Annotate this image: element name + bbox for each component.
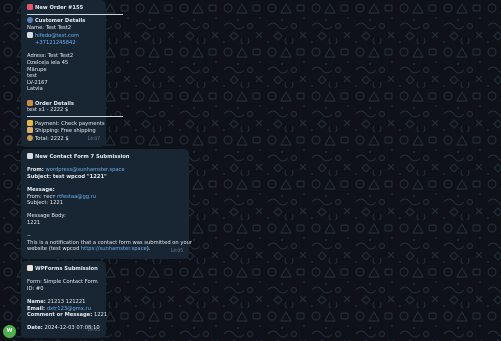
cf7-footer-line-1: This is a notification that a contact fo… <box>27 239 193 246</box>
cf7-subject: Subject: test wpcod "1221" <box>27 173 107 180</box>
wpforms-comment-label: Comment or Message: <box>27 312 93 319</box>
order-details-heading: Order Details <box>35 100 75 107</box>
cf7-from-label: From: <box>27 167 44 174</box>
cf7-footer-suffix: ). <box>146 246 151 253</box>
cf7-separator: -- <box>27 233 31 240</box>
message-time: 14:05 <box>170 249 183 255</box>
wpforms-form-name: Form: Simple Contact Form <box>27 279 98 286</box>
wpforms-date-label: Date: <box>27 325 43 332</box>
package-icon <box>27 99 33 106</box>
wpforms-comment-value: 1221 <box>93 312 108 319</box>
person-icon <box>27 17 33 24</box>
cf7-footer-site-link[interactable]: https://sunhamster.space <box>81 246 147 252</box>
cf7-body-label: Message Body: <box>27 213 66 220</box>
order-total: Total: 2222 $ <box>35 135 69 142</box>
customer-email-link[interactable]: hifedo@test.com <box>35 33 79 39</box>
payment-method: Payment: Check payments <box>35 120 105 127</box>
message-time: 14:07 <box>87 137 100 143</box>
message-wpforms[interactable]: WPForms Submission Form: Simple Contact … <box>21 261 107 338</box>
wpforms-form-id: ID: #0 <box>27 285 44 292</box>
envelope-icon <box>27 153 33 159</box>
wpforms-title-row: WPForms Submission <box>27 265 100 273</box>
customer-phone-row: +37121245842 <box>27 39 100 47</box>
cf7-title-row: New Contact Form 7 Submission <box>27 153 183 161</box>
wpforms-email-row: Email: dxtr123@gmx.ru <box>27 306 100 313</box>
cf7-from-link[interactable]: wordpress@sunhamster.space <box>45 167 124 173</box>
wpforms-title: WPForms Submission <box>35 266 98 272</box>
envelope-icon <box>27 31 33 38</box>
address-line: test <box>27 73 37 80</box>
cf7-footer-prefix: website (test wpcod <box>27 246 81 253</box>
cf7-message-from-row: From: тест rtfestaa@gg.ru <box>27 194 183 201</box>
wpforms-name-row: Name: 21213 121221 <box>27 299 100 306</box>
cf7-title: New Contact Form 7 Submission <box>35 154 130 160</box>
cf7-message-subject: Subject: 1221 <box>27 200 63 207</box>
customer-heading: Customer Details <box>35 18 86 25</box>
phone-icon <box>27 39 33 45</box>
wpforms-comment-row: Comment or Message: 1221 <box>27 312 107 319</box>
sender-avatar[interactable]: W <box>3 325 16 338</box>
truck-icon <box>27 127 33 134</box>
order-details-heading-row: Order Details <box>27 99 100 108</box>
address-line: Adress: Test Test2 <box>27 53 74 60</box>
order-divider <box>27 13 123 15</box>
wpforms-name-value: 21213 121221 <box>47 298 86 305</box>
order-title-row: New Order #155 <box>27 4 100 12</box>
order-items: test x1 - 2222 $ <box>27 107 69 114</box>
order-title: New Order #155 <box>35 5 84 11</box>
message-new-order[interactable]: New Order #155 Customer Details Name: Te… <box>21 0 123 147</box>
address-line: Mārupe <box>27 66 47 73</box>
credit-card-icon <box>27 119 33 126</box>
shipping-row: Shipping: Free shipping <box>27 127 100 135</box>
shopping-bag-icon <box>27 4 33 10</box>
address-line: Dzelceļa iela 45 <box>27 59 69 66</box>
customer-phone-link[interactable]: +37121245842 <box>35 40 76 46</box>
wpforms-email-link[interactable]: dxtr123@gmx.ru <box>47 306 91 312</box>
wpforms-name-label: Name: <box>27 298 46 305</box>
memo-icon <box>27 265 33 271</box>
shipping-method: Shipping: Free shipping <box>35 128 96 135</box>
money-bag-icon <box>27 134 33 141</box>
message-time: 14:05 <box>87 328 100 334</box>
payment-row: Payment: Check payments <box>27 119 105 128</box>
customer-heading-row: Customer Details <box>27 17 100 25</box>
message-contact-form-7[interactable]: New Contact Form 7 Submission From: word… <box>21 149 193 259</box>
wpforms-email-label: Email: <box>27 305 46 312</box>
cf7-footer-line-2: website (test wpcod https://sunhamster.s… <box>27 246 183 253</box>
cf7-message-from-prefix: From: тест <box>27 193 56 200</box>
customer-name: Name: Test Test2 <box>27 24 72 31</box>
customer-email-row: hifedo@test.com <box>27 31 100 40</box>
order-divider-2 <box>27 115 123 117</box>
address-line: Latvia <box>27 86 43 93</box>
cf7-from-row: From: wordpress@sunhamster.space <box>27 167 183 174</box>
cf7-body-value: 1221 <box>27 219 41 226</box>
address-line: LV-2167 <box>27 79 48 86</box>
cf7-message-label: Message: <box>27 186 55 193</box>
cf7-message-from-email[interactable]: rtfestaa@gg.ru <box>57 194 96 200</box>
